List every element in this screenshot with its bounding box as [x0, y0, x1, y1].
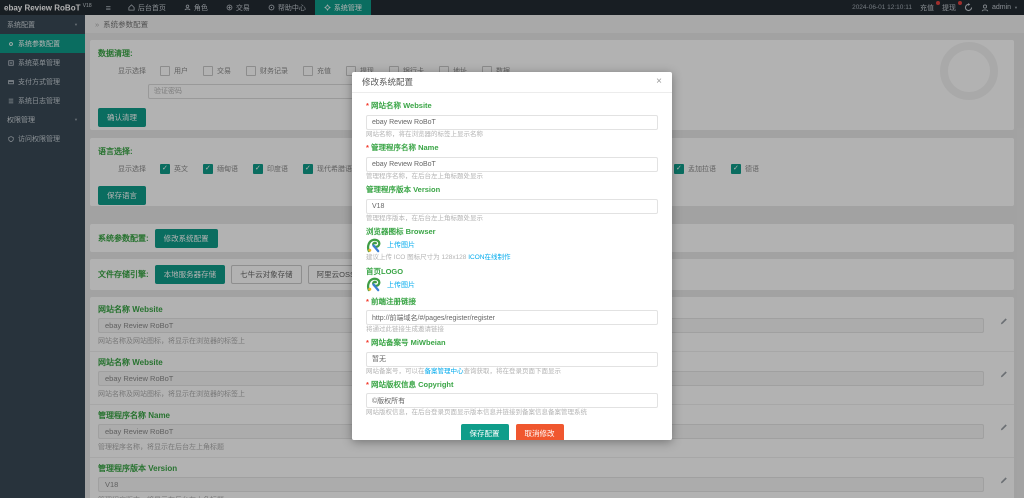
- close-icon[interactable]: ×: [656, 77, 662, 87]
- modal-field-register-link: 前端注册链接 将通过此链接生成邀请链接: [366, 297, 658, 335]
- beian-center-link[interactable]: 备案管理中心: [425, 368, 464, 375]
- modal-field-website: 网站名称 Website 网站名称，将在浏览器的标签上显示名称: [366, 101, 658, 139]
- modal-header: 修改系统配置 ×: [352, 72, 672, 93]
- modal-field-name: 管理程序名称 Name 管理程序名称，在后台左上角标题处显示: [366, 143, 658, 181]
- upload-logo-link[interactable]: 上传图片: [387, 280, 415, 290]
- version-input[interactable]: [366, 199, 658, 215]
- cancel-edit-button[interactable]: 取消修改: [515, 424, 564, 440]
- favicon-logo: [366, 238, 381, 253]
- modal-body: 网站名称 Website 网站名称，将在浏览器的标签上显示名称 管理程序名称 N…: [352, 93, 672, 440]
- website-input[interactable]: [366, 115, 658, 130]
- modal-field-browser-icon: 浏览器图标 Browser 上传图片 建议上传 ICO 图标尺寸为 128x12…: [366, 227, 511, 262]
- modal-field-home-logo: 首页LOGO 上传图片: [366, 267, 658, 293]
- modal-actions: 保存配置 取消修改: [366, 424, 658, 440]
- modal-title: 修改系统配置: [362, 77, 414, 87]
- save-config-button[interactable]: 保存配置: [460, 424, 509, 440]
- icon-maker-link[interactable]: ICON在线制作: [468, 254, 510, 261]
- modal-field-copyright: 网站版权信息 Copyright 网站版权信息，在后台登录页面显示版本信息并链接…: [366, 380, 658, 418]
- admin-name-input[interactable]: [366, 157, 658, 173]
- edit-config-modal: 修改系统配置 × 网站名称 Website 网站名称，将在浏览器的标签上显示名称…: [352, 72, 672, 440]
- modal-field-version: 管理程序版本 Version 管理程序版本，在后台左上角标题处显示: [366, 185, 658, 223]
- copyright-input[interactable]: [366, 393, 658, 409]
- modal-field-beian: 网站备案号 MiWbeian 网站备案号，可以在备案管理中心查询获取，将在登录页…: [366, 338, 658, 376]
- beian-input[interactable]: [366, 351, 658, 367]
- register-link-input[interactable]: [366, 310, 658, 325]
- upload-favicon-link[interactable]: 上传图片: [387, 240, 415, 250]
- home-logo: [366, 277, 381, 292]
